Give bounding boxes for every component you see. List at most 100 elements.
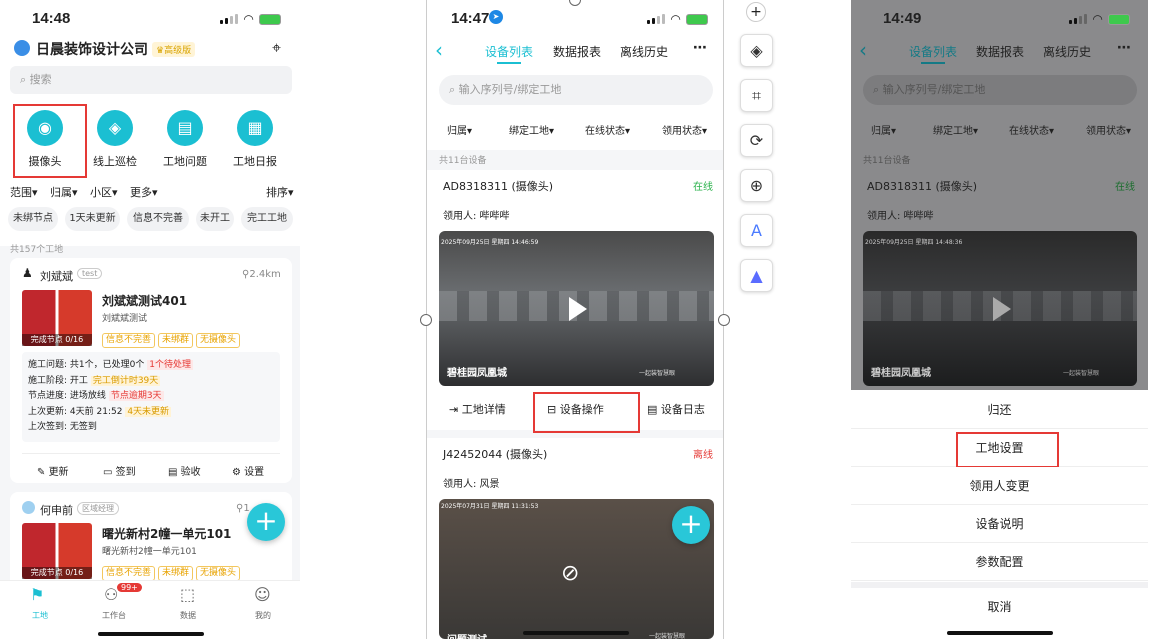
tab-offline-history[interactable]: 离线历史 — [620, 43, 668, 60]
user-avatar-icon: ♟ — [22, 266, 33, 280]
screen-site-list: 14:48 ◠ 日晨装饰设计公司 ♛高级版 ⌖ ⌕ 搜索 ◉ 摄像头 ◈ 线上巡… — [0, 0, 300, 639]
tab-workbench-label[interactable]: 工作台 — [102, 610, 126, 621]
back-icon[interactable]: ‹ — [435, 38, 443, 62]
filter-online[interactable]: 在线状态▾ — [1009, 122, 1054, 137]
filter-owner[interactable]: 归属▾ — [50, 184, 78, 200]
tab-device-list[interactable]: 设备列表 — [909, 43, 957, 60]
video-timestamp: 2025年09月25日 星期四 14:48:36 — [865, 239, 963, 246]
status-icons: ◠ — [220, 12, 282, 26]
checkin-button[interactable]: ▭ 签到 — [103, 463, 136, 478]
inspect-button[interactable]: ▤ 验收 — [168, 463, 201, 478]
card-subtitle: 曙光新村2幢一单元101 — [102, 547, 197, 557]
resize-handle[interactable] — [420, 314, 432, 326]
add-fab-button[interactable]: + — [247, 503, 285, 541]
status-time: 14:49 — [883, 10, 922, 27]
zoom-tool-icon[interactable]: ⊕ — [740, 169, 773, 202]
update-button[interactable]: ✎ 更新 — [37, 463, 69, 478]
tab-site-label[interactable]: 工地 — [32, 610, 48, 621]
tab-report[interactable]: 数据报表 — [553, 43, 601, 60]
sort-button[interactable]: 排序▾ — [266, 184, 294, 200]
tab-offline-history[interactable]: 离线历史 — [1043, 43, 1091, 60]
home-indicator — [98, 632, 204, 636]
tab-data-icon[interactable]: ⬚ — [180, 585, 195, 604]
filter-online[interactable]: 在线状态▾ — [585, 122, 630, 137]
daily-report-icon[interactable]: ▦ — [237, 110, 273, 146]
site-detail-button[interactable]: ⇥ 工地详情 — [449, 401, 506, 417]
filter-claim[interactable]: 领用状态▾ — [662, 122, 707, 137]
location-icon[interactable]: ⌖ — [272, 38, 281, 58]
search-icon: ⌕ — [873, 83, 883, 96]
card-owner-role: test — [77, 268, 103, 279]
tab-report[interactable]: 数据报表 — [976, 43, 1024, 60]
card-tags: 信息不完善 未绑群 无摄像头 — [102, 560, 243, 581]
company-name[interactable]: 日晨装饰设计公司 — [36, 39, 148, 59]
tab-mine-label[interactable]: 我的 — [255, 610, 271, 621]
video-preview[interactable]: 2025年09月25日 星期四 14:48:36 碧桂园凤凰城 一起装智慧眼 — [863, 231, 1137, 386]
menu-change-claimant[interactable]: 领用人变更 — [851, 467, 1148, 505]
video-timestamp: 2025年09月25日 星期四 14:46:59 — [441, 239, 539, 246]
video-timestamp: 2025年07月31日 星期四 11:31:53 — [441, 503, 539, 510]
video-site-name: 问题测试 — [447, 631, 487, 639]
filter-scope[interactable]: 范围▾ — [10, 184, 38, 200]
menu-cancel[interactable]: 取消 — [851, 588, 1148, 626]
crop-tool-icon[interactable]: ⌗ — [740, 79, 773, 112]
app-logo-tool-icon[interactable]: ▲ — [740, 259, 773, 292]
settings-button[interactable]: ⚙ 设置 — [232, 463, 264, 478]
card-node-progress: 完成节点 0/16 — [22, 567, 92, 579]
back-icon[interactable]: ‹ — [859, 38, 867, 62]
video-preview[interactable]: 2025年09月25日 星期四 14:46:59 碧桂园凤凰城 一起装智慧眼 — [439, 231, 714, 386]
resize-handle[interactable] — [718, 314, 730, 326]
video-site-name: 碧桂园凤凰城 — [871, 368, 931, 379]
card-distance: ⚲1 — [236, 503, 250, 514]
home-indicator — [947, 631, 1053, 635]
tab-data-label[interactable]: 数据 — [180, 610, 196, 621]
tab-underline — [921, 62, 945, 64]
chip-not-started[interactable]: 未开工 — [196, 207, 234, 231]
filter-more[interactable]: 更多▾ — [130, 184, 158, 200]
add-fab-button[interactable]: + — [672, 506, 710, 544]
inspection-icon[interactable]: ◈ — [97, 110, 133, 146]
text-recognize-tool-icon[interactable]: A — [740, 214, 773, 247]
company-logo-icon — [14, 40, 30, 56]
status-icons: ◠ — [647, 12, 709, 26]
video-brand: 一起装智慧眼 — [639, 370, 676, 377]
chip-stale[interactable]: 1天未更新 — [65, 207, 120, 231]
more-icon[interactable]: ⋯ — [693, 40, 707, 56]
issue-icon[interactable]: ▤ — [167, 110, 203, 146]
video-site-name: 碧桂园凤凰城 — [447, 368, 507, 379]
menu-device-manual[interactable]: 设备说明 — [851, 505, 1148, 543]
layers-tool-icon[interactable]: ◈ — [740, 34, 773, 67]
tab-site-icon[interactable]: ⚑ — [30, 585, 44, 604]
status-time: 14:48 — [32, 10, 71, 27]
menu-return[interactable]: 归还 — [851, 391, 1148, 429]
device-log-button[interactable]: ▤ 设备日志 — [647, 401, 705, 417]
add-tool-icon[interactable]: + — [746, 2, 766, 22]
device-id: AD8318311 (摄像头) — [867, 180, 978, 193]
chip-unbound[interactable]: 未绑节点 — [8, 207, 58, 231]
play-icon[interactable] — [993, 297, 1011, 321]
search-icon: ⌕ — [20, 73, 30, 86]
tab-device-list[interactable]: 设备列表 — [485, 43, 533, 60]
filter-claim[interactable]: 领用状态▾ — [1086, 122, 1131, 137]
rotate-tool-icon[interactable]: ⟳ — [740, 124, 773, 157]
search-icon: ⌕ — [449, 83, 459, 96]
more-icon[interactable]: ⋯ — [1117, 40, 1131, 56]
tab-badge: 99+ — [117, 583, 142, 592]
card-owner-name: 刘斌斌 — [40, 270, 73, 283]
filter-owner[interactable]: 归属▾ — [871, 122, 896, 137]
search-input[interactable]: ⌕ 输入序列号/绑定工地 — [439, 75, 713, 105]
filter-site[interactable]: 绑定工地▾ — [933, 122, 978, 137]
menu-param-config[interactable]: 参数配置 — [851, 543, 1148, 581]
search-input[interactable]: ⌕ 搜索 — [10, 66, 292, 94]
tab-mine-icon[interactable]: ☺ — [254, 585, 271, 604]
device-owner: 领用人: 风景 — [443, 479, 500, 490]
play-icon[interactable] — [569, 297, 587, 321]
filter-owner[interactable]: 归属▾ — [447, 122, 472, 137]
filter-community[interactable]: 小区▾ — [90, 184, 118, 200]
status-bar: 14:48 ◠ — [0, 0, 300, 36]
search-input[interactable]: ⌕ 输入序列号/绑定工地 — [863, 75, 1137, 105]
chip-completed[interactable]: 完工工地 — [241, 207, 293, 231]
filter-site[interactable]: 绑定工地▾ — [509, 122, 554, 137]
chip-incomplete[interactable]: 信息不完善 — [127, 207, 189, 231]
card-owner-name: 何申前 — [40, 504, 73, 517]
